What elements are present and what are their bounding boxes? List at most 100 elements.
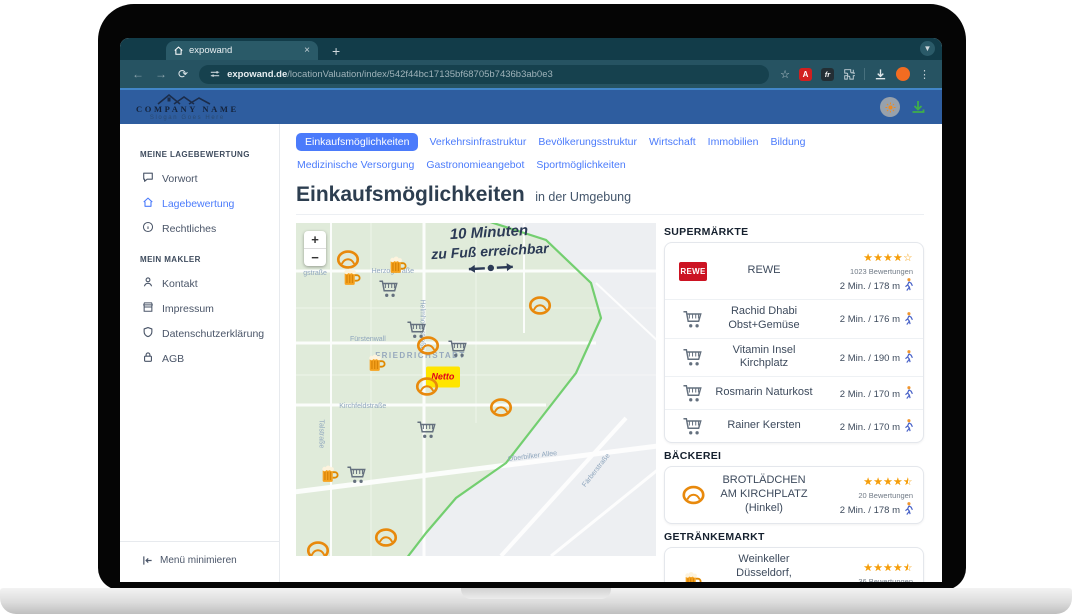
browser-menu-icon[interactable]: ⋮: [919, 68, 930, 81]
window-chevron-icon[interactable]: ▼: [920, 41, 935, 56]
sidebar-item-lagebewertung[interactable]: Lagebewertung: [120, 191, 279, 216]
tab-sportm-glichkeiten[interactable]: Sportmöglichkeiten: [535, 156, 626, 174]
sidebar-item-datenschutzerklärung[interactable]: Datenschutzerklärung: [120, 321, 279, 346]
sidebar-item-vorwort[interactable]: Vorwort: [120, 166, 279, 191]
pretzel-icon: [675, 485, 711, 505]
place-name: Weinkeller Düsseldorf,Mövenpick Wein & C…: [711, 551, 817, 582]
tab-verkehrsinfrastruktur[interactable]: Verkehrsinfrastruktur: [428, 133, 527, 151]
place-row[interactable]: BROTLÄDCHEN AM KIRCHPLATZ(Hinkel)☆☆☆☆☆★★…: [665, 467, 923, 523]
zoom-in-button[interactable]: +: [304, 231, 326, 249]
map-marker-beer[interactable]: [341, 266, 363, 293]
places-section-title: BÄCKEREI: [664, 450, 924, 462]
forward-icon[interactable]: →: [155, 68, 167, 80]
distance-text: 2 Min. / 178 m: [840, 505, 900, 516]
street-label: Fürstenwall: [350, 336, 386, 343]
map-marker-pretzel[interactable]: [306, 540, 329, 556]
places-section-title: SUPERMÄRKTE: [664, 226, 924, 238]
walker-icon: [904, 502, 913, 518]
sidebar-item-label: Vorwort: [162, 173, 198, 185]
tab-einkaufsm-glichkeiten[interactable]: Einkaufsmöglichkeiten: [296, 133, 418, 151]
map-marker-beer[interactable]: [366, 352, 388, 379]
extensions-puzzle-icon[interactable]: [843, 68, 855, 80]
map-marker-pretzel[interactable]: [489, 398, 512, 423]
map-marker-pretzel[interactable]: [375, 528, 398, 553]
distance-text: 2 Min. / 170 m: [840, 422, 900, 433]
sidebar-section-title: MEIN MAKLER: [140, 255, 279, 264]
tab-medizinische-versorgung[interactable]: Medizinische Versorgung: [296, 156, 415, 174]
bookmark-star-icon[interactable]: ☆: [780, 68, 790, 81]
collapse-left-icon: [142, 555, 153, 566]
place-name: Vitamin Insel Kirchplatz: [711, 342, 817, 374]
distance-text: 2 Min. / 176 m: [840, 314, 900, 325]
sidebar-item-rechtliches[interactable]: Rechtliches: [120, 216, 279, 241]
browser-tab[interactable]: expowand ×: [166, 41, 318, 60]
person-icon: [142, 276, 154, 291]
place-meta: ☆☆☆☆☆★★★★★20 Bewertungen2 Min. / 178 m: [817, 470, 913, 520]
place-row[interactable]: Weinkeller Düsseldorf,Mövenpick Wein & C…: [665, 548, 923, 582]
reload-icon[interactable]: ⟳: [178, 68, 188, 80]
stars-filled: ★★★★★: [863, 253, 903, 264]
rewe-logo: REWE: [679, 262, 707, 281]
tab-bildung[interactable]: Bildung: [769, 133, 806, 151]
rewe-icon: REWE: [675, 262, 711, 281]
back-icon[interactable]: ←: [132, 68, 144, 80]
tab-immobilien[interactable]: Immobilien: [707, 133, 760, 151]
company-logo[interactable]: COMPANY NAME Slogan Goes Here: [136, 92, 239, 122]
map-marker-cart[interactable]: [416, 420, 438, 445]
map-marker-cart[interactable]: [378, 278, 400, 303]
minimize-menu-label: Menü minimieren: [160, 555, 237, 566]
page-subtitle: in der Umgebung: [535, 190, 631, 204]
tab-wirtschaft[interactable]: Wirtschaft: [648, 133, 697, 151]
laptop-screen-bezel: expowand × + ▼ ← → ⟳ expowand.de/locatio…: [98, 4, 966, 590]
user-avatar[interactable]: [880, 97, 900, 117]
place-row[interactable]: Rosmarin Naturkost2 Min. / 170 m: [665, 377, 923, 410]
sidebar-item-kontakt[interactable]: Kontakt: [120, 271, 279, 296]
tab-close-icon[interactable]: ×: [304, 45, 310, 56]
tab-bev-lkerungsstruktur[interactable]: Bevölkerungsstruktur: [537, 133, 638, 151]
sidebar-item-label: Datenschutzerklärung: [162, 328, 264, 340]
map-marker-cart[interactable]: [447, 338, 469, 363]
places-panel: SUPERMÄRKTE REWEREWE☆☆☆☆☆★★★★★1023 Bewert…: [664, 223, 924, 582]
map-marker-pretzel[interactable]: [529, 295, 552, 320]
speech-bubble-icon: [142, 171, 154, 186]
map-marker-pretzel[interactable]: [417, 335, 440, 360]
place-name: Rosmarin Naturkost: [711, 384, 817, 402]
map-marker-cart[interactable]: [346, 465, 368, 490]
star-rating: ☆☆☆☆☆★★★★★: [863, 477, 913, 488]
place-name: Rainer Kersten: [711, 417, 817, 435]
new-tab-button[interactable]: +: [332, 44, 340, 58]
content-area: MEINE LAGEBEWERTUNGVorwortLagebewertungR…: [120, 124, 942, 582]
map[interactable]: + − 10 Minuten zu Fuß erreichbar FRIEDRI…: [296, 223, 656, 556]
star-rating: ☆☆☆☆☆★★★★★: [863, 563, 913, 574]
place-row[interactable]: Vitamin Insel Kirchplatz2 Min. / 190 m: [665, 339, 923, 378]
browser-window: expowand × + ▼ ← → ⟳ expowand.de/locatio…: [120, 38, 942, 582]
distance: 2 Min. / 170 m: [817, 386, 913, 402]
tab-gastronomieangebot[interactable]: Gastronomieangebot: [425, 156, 525, 174]
cart-icon: [675, 347, 711, 367]
distance: 2 Min. / 170 m: [817, 419, 913, 435]
adobe-acrobat-icon[interactable]: A: [799, 68, 812, 81]
minimize-menu-button[interactable]: Menü minimieren: [120, 541, 279, 582]
map-marker-beer[interactable]: [319, 464, 341, 491]
url-bar[interactable]: expowand.de/locationValuation/index/542f…: [199, 65, 769, 84]
places-section-title: GETRÄNKEMARKT: [664, 531, 924, 543]
downloads-icon[interactable]: [874, 68, 887, 81]
place-row[interactable]: REWEREWE☆☆☆☆☆★★★★★1023 Bewertungen2 Min.…: [665, 243, 923, 300]
fr-extension-icon[interactable]: fr: [821, 68, 834, 81]
shield-icon: [142, 326, 154, 341]
site-settings-icon: [210, 69, 220, 79]
place-name: Rachid Dhabi Obst+Gemüse: [711, 303, 817, 335]
zoom-out-button[interactable]: −: [304, 249, 326, 266]
place-row[interactable]: Rachid Dhabi Obst+Gemüse 2 Min. / 176 m: [665, 300, 923, 339]
place-row[interactable]: Rainer Kersten 2 Min. / 170 m: [665, 410, 923, 442]
street-label: Kirchfeldstraße: [339, 403, 386, 410]
profile-avatar[interactable]: [896, 67, 910, 81]
export-download-icon[interactable]: [910, 99, 926, 115]
sidebar-item-agb[interactable]: AGB: [120, 346, 279, 371]
info-icon: [142, 221, 154, 236]
sidebar-item-label: Impressum: [162, 303, 214, 315]
sidebar-item-impressum[interactable]: Impressum: [120, 296, 279, 321]
map-marker-pretzel[interactable]: [416, 376, 439, 401]
page-titlebar: Einkaufsmöglichkeiten in der Umgebung: [296, 183, 924, 215]
walker-icon: [904, 419, 913, 435]
